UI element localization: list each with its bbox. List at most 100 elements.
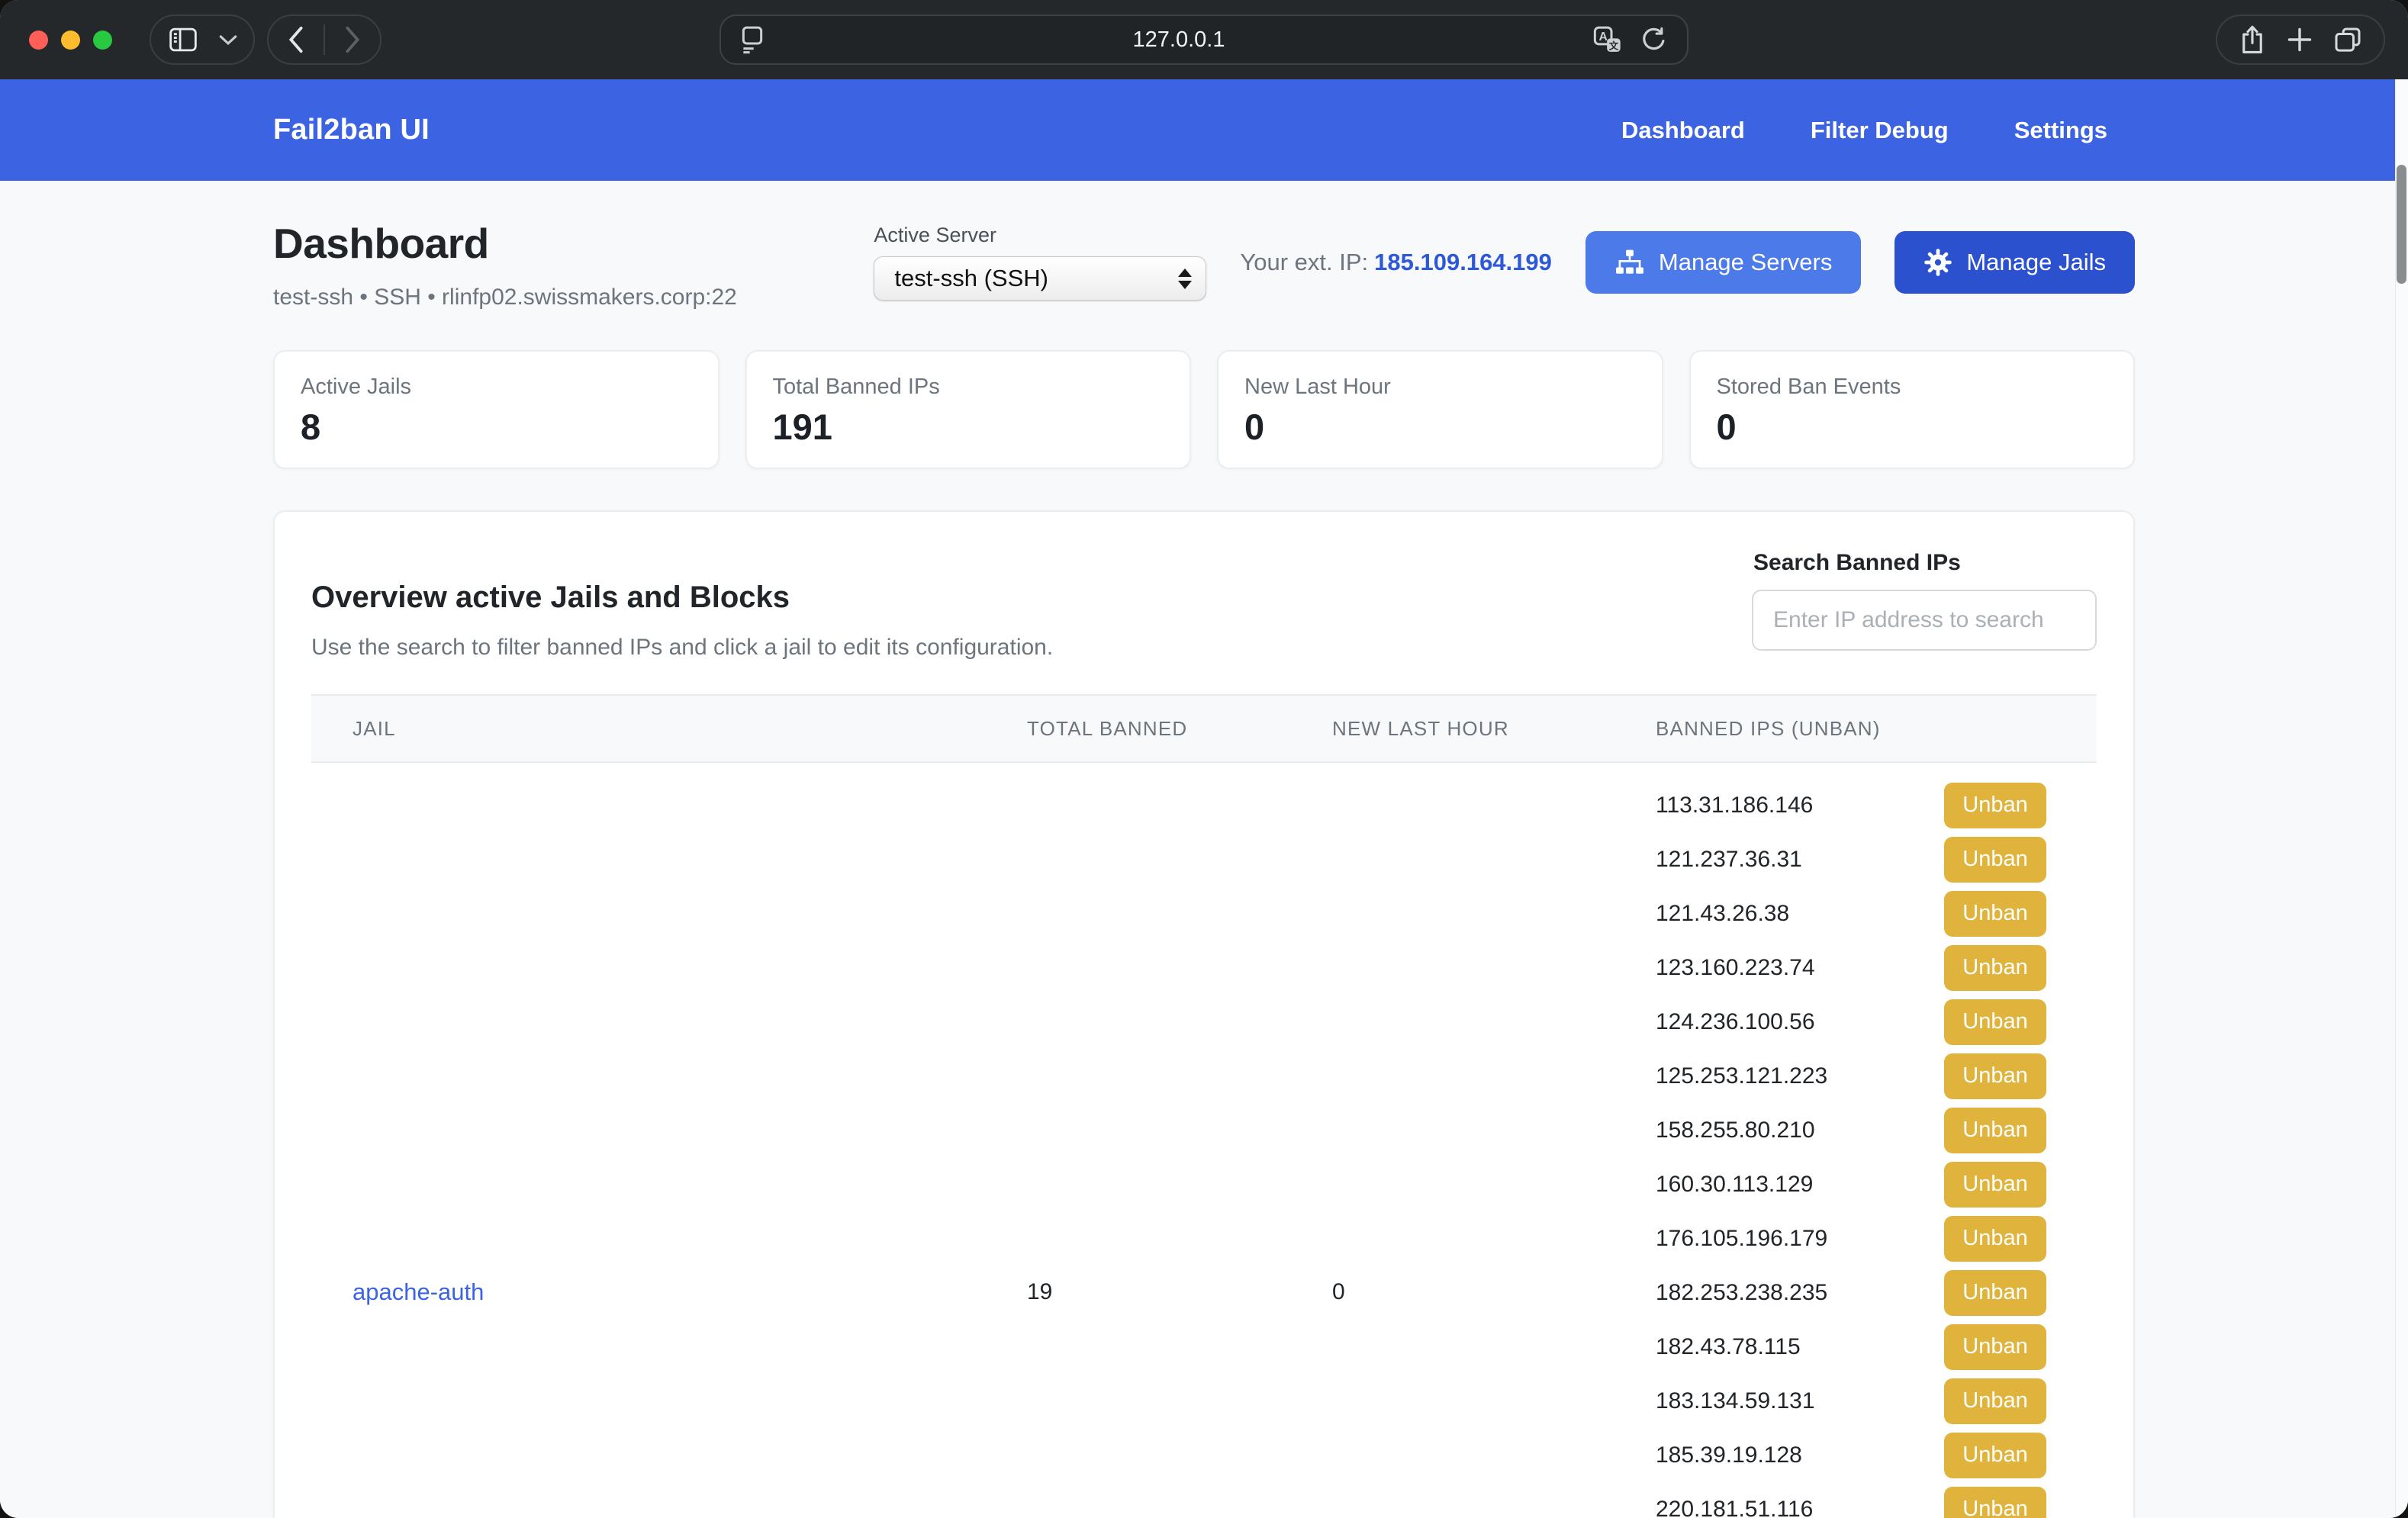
- unban-button[interactable]: Unban: [1944, 1108, 2046, 1153]
- banned-ip-address: 121.43.26.38: [1656, 901, 1789, 927]
- unban-button[interactable]: Unban: [1944, 891, 2046, 937]
- nav-item-settings[interactable]: Settings: [2014, 117, 2107, 144]
- chevron-down-icon[interactable]: [218, 33, 238, 47]
- stat-value: 191: [773, 406, 1164, 448]
- svg-text:文: 文: [1609, 40, 1619, 51]
- stat-value: 0: [1244, 406, 1636, 448]
- banned-ip-address: 158.255.80.210: [1656, 1118, 1815, 1143]
- banned-ip-row: 121.237.36.31 Unban: [1656, 832, 2046, 886]
- manage-servers-label: Manage Servers: [1659, 249, 1832, 276]
- banned-ip-row: 176.105.196.179 Unban: [1656, 1211, 2046, 1266]
- toolbar-divider: [324, 24, 325, 55]
- page-title: Dashboard: [273, 219, 737, 268]
- browser-window: 127.0.0.1 A 文: [0, 0, 2408, 1518]
- unban-button[interactable]: Unban: [1944, 1433, 2046, 1478]
- scrollbar-thumb[interactable]: [2397, 165, 2406, 284]
- banned-ip-address: 182.43.78.115: [1656, 1334, 1801, 1360]
- banned-ip-address: 183.134.59.131: [1656, 1388, 1815, 1414]
- new-tab-icon[interactable]: [2286, 26, 2313, 53]
- server-summary: test-ssh • SSH • rlinfp02.swissmakers.co…: [273, 285, 737, 310]
- stat-label: Stored Ban Events: [1717, 375, 2108, 400]
- banned-ip-row: 220.181.51.116 Unban: [1656, 1482, 2046, 1518]
- stat-card-total-banned: Total Banned IPs 191: [745, 350, 1192, 469]
- stat-label: New Last Hour: [1244, 375, 1636, 400]
- page-body: Dashboard test-ssh • SSH • rlinfp02.swis…: [0, 181, 2408, 1518]
- unban-button[interactable]: Unban: [1944, 1324, 2046, 1370]
- nav-item-dashboard[interactable]: Dashboard: [1621, 117, 1745, 144]
- banned-ip-address: 113.31.186.146: [1656, 793, 1813, 818]
- gear-icon: [1924, 248, 1952, 277]
- address-bar[interactable]: 127.0.0.1 A 文: [720, 14, 1688, 65]
- banned-ip-row: 113.31.186.146 Unban: [1656, 778, 2046, 832]
- col-jail: Jail: [311, 717, 986, 741]
- unban-button[interactable]: Unban: [1944, 999, 2046, 1045]
- forward-button-icon[interactable]: [343, 25, 362, 54]
- translate-icon[interactable]: A 文: [1592, 24, 1623, 55]
- unban-button[interactable]: Unban: [1944, 1216, 2046, 1262]
- sitemap-icon: [1614, 249, 1645, 276]
- banned-ip-address: 220.181.51.116: [1656, 1497, 1813, 1518]
- banned-ip-address: 182.253.238.235: [1656, 1280, 1827, 1306]
- manage-jails-label: Manage Jails: [1966, 249, 2106, 276]
- external-ip-label: Your ext. IP:: [1240, 249, 1368, 275]
- banned-ip-row: 182.43.78.115 Unban: [1656, 1320, 2046, 1374]
- nav-item-filter-debug[interactable]: Filter Debug: [1811, 117, 1949, 144]
- active-server-label: Active Server: [874, 224, 1206, 247]
- total-banned-value: 19: [986, 1279, 1291, 1305]
- jails-table: Jail Total Banned New Last Hour Banned I…: [311, 694, 2097, 1518]
- reload-icon[interactable]: [1640, 25, 1669, 54]
- share-icon[interactable]: [2238, 24, 2267, 56]
- search-banned-ips-input[interactable]: [1752, 590, 2097, 651]
- zoom-window-button[interactable]: [93, 31, 112, 50]
- history-nav-group: [267, 14, 381, 65]
- stat-card-stored-ban-events: Stored Ban Events 0: [1689, 350, 2136, 469]
- manage-jails-button[interactable]: Manage Jails: [1895, 231, 2135, 294]
- overview-description: Use the search to filter banned IPs and …: [311, 635, 1053, 661]
- app-brand[interactable]: Fail2ban UI: [273, 114, 430, 146]
- unban-button[interactable]: Unban: [1944, 1378, 2046, 1424]
- table-header-row: Jail Total Banned New Last Hour Banned I…: [311, 694, 2097, 763]
- jail-link[interactable]: apache-auth: [353, 1278, 484, 1305]
- back-button-icon[interactable]: [287, 25, 305, 54]
- scrollbar-track[interactable]: [2395, 79, 2408, 1518]
- external-ip-value: 185.109.164.199: [1374, 249, 1552, 275]
- col-new-last-hour: New Last Hour: [1291, 717, 1614, 741]
- stat-value: 0: [1717, 406, 2108, 448]
- tab-overview-icon[interactable]: [2332, 24, 2363, 55]
- banned-ip-list: 113.31.186.146 Unban 121.237.36.31 Unban…: [1614, 763, 2097, 1518]
- banned-ip-row: 185.39.19.128 Unban: [1656, 1428, 2046, 1482]
- unban-button[interactable]: Unban: [1944, 945, 2046, 991]
- sidebar-toggle-icon[interactable]: [168, 26, 198, 53]
- overview-title: Overview active Jails and Blocks: [311, 581, 1053, 615]
- browser-toolbar: 127.0.0.1 A 文: [0, 0, 2408, 79]
- unban-button[interactable]: Unban: [1944, 837, 2046, 883]
- manage-servers-button[interactable]: Manage Servers: [1585, 231, 1861, 294]
- minimize-window-button[interactable]: [61, 31, 80, 50]
- banned-ip-address: 123.160.223.74: [1656, 955, 1815, 981]
- nav-links: Dashboard Filter Debug Settings: [1621, 117, 2135, 144]
- stat-value: 8: [301, 406, 692, 448]
- svg-text:A: A: [1598, 31, 1608, 43]
- banned-ip-address: 185.39.19.128: [1656, 1442, 1802, 1468]
- banned-ip-address: 124.236.100.56: [1656, 1009, 1815, 1035]
- stat-label: Total Banned IPs: [773, 375, 1164, 400]
- url-text[interactable]: 127.0.0.1: [765, 27, 1592, 53]
- stat-card-new-last-hour: New Last Hour 0: [1217, 350, 1663, 469]
- col-total-banned: Total Banned: [986, 717, 1291, 741]
- select-stepper-icon: [1178, 269, 1192, 289]
- active-server-value: test-ssh (SSH): [894, 265, 1178, 292]
- unban-button[interactable]: Unban: [1944, 1487, 2046, 1518]
- banned-ip-address: 125.253.121.223: [1656, 1063, 1827, 1089]
- page-settings-icon[interactable]: [739, 24, 765, 55]
- unban-button[interactable]: Unban: [1944, 1270, 2046, 1316]
- banned-ip-row: 125.253.121.223 Unban: [1656, 1049, 2046, 1103]
- banned-ip-row: 158.255.80.210 Unban: [1656, 1103, 2046, 1157]
- close-window-button[interactable]: [29, 31, 48, 50]
- unban-button[interactable]: Unban: [1944, 1053, 2046, 1099]
- traffic-lights: [29, 31, 112, 50]
- unban-button[interactable]: Unban: [1944, 783, 2046, 828]
- active-server-select[interactable]: test-ssh (SSH): [874, 256, 1206, 301]
- unban-button[interactable]: Unban: [1944, 1162, 2046, 1208]
- sidebar-button-group: [150, 14, 255, 65]
- col-banned-ips: Banned IPs (Unban): [1614, 717, 2097, 741]
